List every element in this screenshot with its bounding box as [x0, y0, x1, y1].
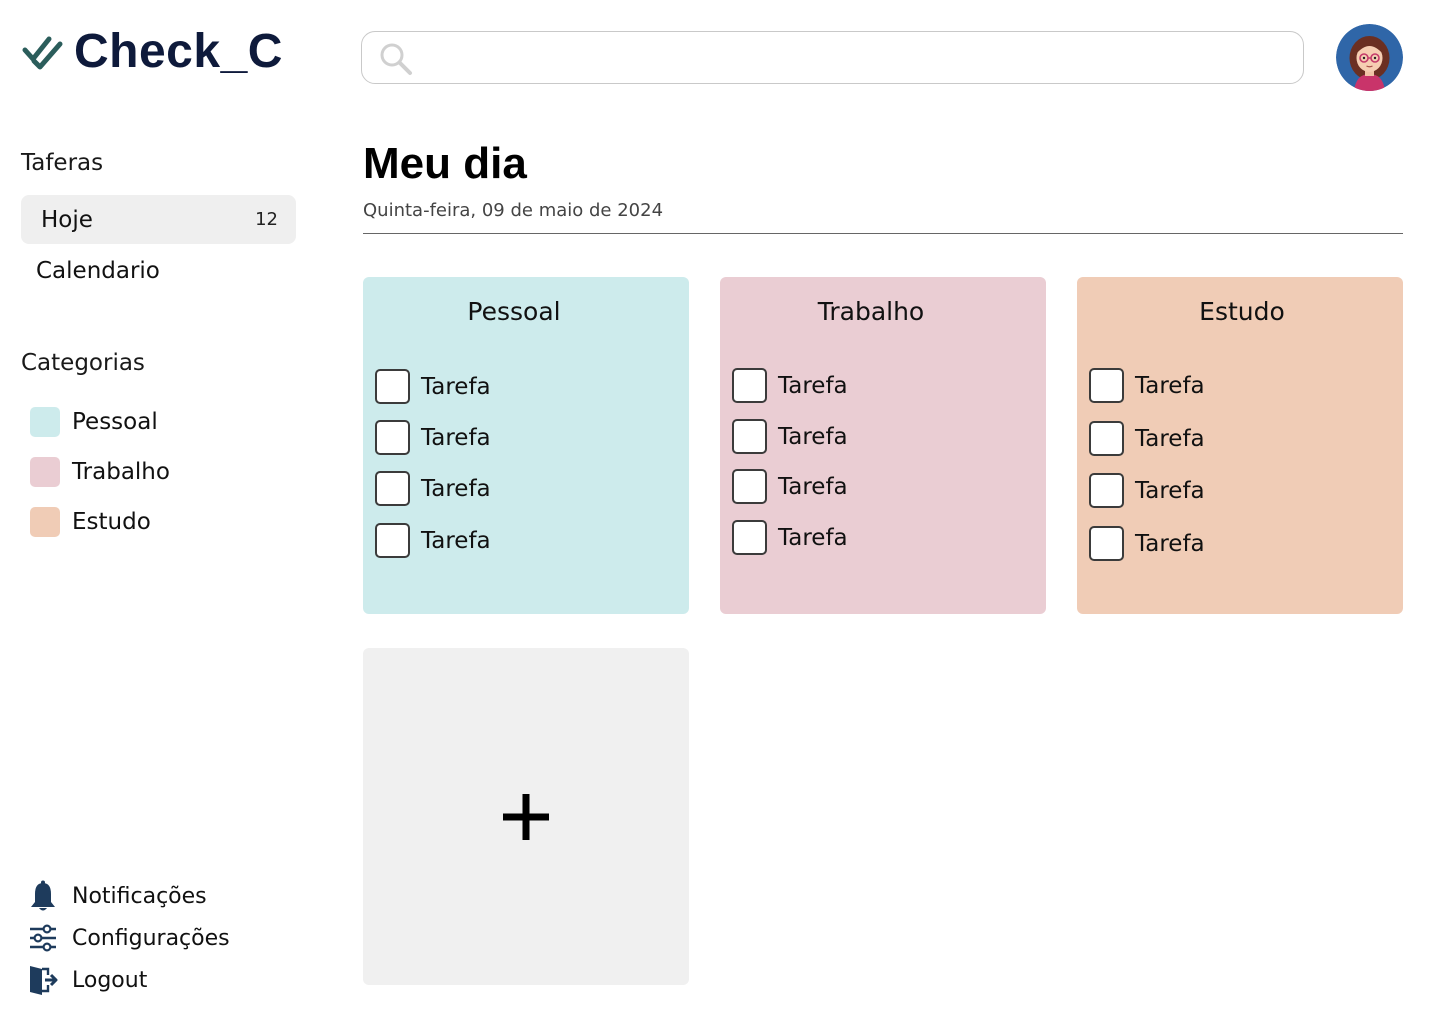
nav-item-hoje[interactable]: Hoje 12 — [21, 195, 296, 244]
category-item-pessoal[interactable]: Pessoal — [30, 407, 158, 437]
logo[interactable]: Check_C — [22, 28, 283, 76]
bell-icon — [31, 880, 55, 911]
logout-icon — [30, 966, 58, 995]
logout-label: Logout — [72, 967, 148, 993]
task-label: Tarefa — [778, 423, 848, 450]
category-color-swatch — [30, 407, 60, 437]
task-item[interactable]: Tarefa — [732, 469, 848, 504]
nav-item-label: Calendario — [36, 257, 160, 284]
category-color-swatch — [30, 457, 60, 487]
task-label: Tarefa — [1135, 372, 1205, 399]
nav-item-label: Hoje — [41, 206, 93, 233]
task-checkbox[interactable] — [1089, 526, 1124, 561]
task-item[interactable]: Tarefa — [375, 471, 491, 506]
nav-item-calendario[interactable]: Calendario — [21, 246, 296, 295]
double-check-icon — [22, 36, 63, 70]
notifications-link[interactable]: Notificações — [28, 880, 207, 912]
task-item[interactable]: Tarefa — [375, 369, 491, 404]
page-date: Quinta-feira, 09 de maio de 2024 — [363, 200, 664, 221]
category-label: Pessoal — [72, 409, 158, 435]
task-label: Tarefa — [421, 424, 491, 451]
task-checkbox[interactable] — [732, 520, 767, 555]
category-label: Trabalho — [72, 459, 170, 485]
category-label: Estudo — [72, 509, 151, 535]
search-bar[interactable] — [361, 31, 1304, 84]
task-checkbox[interactable] — [375, 523, 410, 558]
task-item[interactable]: Tarefa — [732, 520, 848, 555]
category-card-estudo: Estudo Tarefa Tarefa Tarefa Tarefa — [1077, 277, 1403, 614]
task-checkbox[interactable] — [375, 420, 410, 455]
page-title: Meu dia — [363, 139, 527, 188]
add-category-card[interactable] — [363, 648, 689, 985]
avatar[interactable] — [1336, 24, 1403, 91]
task-label: Tarefa — [1135, 477, 1205, 504]
category-item-trabalho[interactable]: Trabalho — [30, 457, 170, 487]
sliders-icon — [30, 924, 56, 952]
task-label: Tarefa — [421, 527, 491, 554]
notifications-label: Notificações — [72, 883, 207, 909]
task-checkbox[interactable] — [1089, 368, 1124, 403]
task-label: Tarefa — [1135, 530, 1205, 557]
app-window: Check_C Taferas Hoje 12 Calendario Categ… — [0, 0, 1440, 1024]
task-item[interactable]: Tarefa — [375, 523, 491, 558]
nav-item-count: 12 — [255, 209, 278, 230]
logout-link[interactable]: Logout — [28, 964, 147, 996]
search-icon — [380, 43, 412, 75]
task-label: Tarefa — [421, 475, 491, 502]
task-label: Tarefa — [421, 373, 491, 400]
header-divider — [363, 233, 1403, 234]
task-label: Tarefa — [778, 524, 848, 551]
settings-link[interactable]: Configurações — [28, 922, 230, 954]
task-item[interactable]: Tarefa — [1089, 473, 1205, 508]
user-avatar-image — [1336, 24, 1403, 91]
category-item-estudo[interactable]: Estudo — [30, 507, 151, 537]
task-label: Tarefa — [778, 473, 848, 500]
card-title: Trabalho — [817, 297, 925, 326]
category-color-swatch — [30, 507, 60, 537]
task-item[interactable]: Tarefa — [1089, 368, 1205, 403]
category-card-trabalho: Trabalho Tarefa Tarefa Tarefa Tarefa — [720, 277, 1046, 614]
logo-text: Check_C — [74, 25, 283, 78]
task-checkbox[interactable] — [1089, 473, 1124, 508]
task-checkbox[interactable] — [375, 369, 410, 404]
task-checkbox[interactable] — [375, 471, 410, 506]
plus-icon — [503, 793, 549, 840]
task-item[interactable]: Tarefa — [375, 420, 491, 455]
task-checkbox[interactable] — [732, 419, 767, 454]
task-label: Tarefa — [1135, 425, 1205, 452]
task-item[interactable]: Tarefa — [1089, 421, 1205, 456]
search-input[interactable] — [362, 32, 1303, 83]
card-title: Pessoal — [467, 297, 561, 326]
task-item[interactable]: Tarefa — [732, 368, 848, 403]
card-title: Estudo — [1199, 297, 1285, 326]
category-card-pessoal: Pessoal Tarefa Tarefa Tarefa Tarefa — [363, 277, 689, 614]
task-item[interactable]: Tarefa — [1089, 526, 1205, 561]
task-item[interactable]: Tarefa — [732, 419, 848, 454]
task-checkbox[interactable] — [1089, 421, 1124, 456]
categories-section-title: Categorias — [21, 350, 145, 376]
task-label: Tarefa — [778, 372, 848, 399]
task-checkbox[interactable] — [732, 469, 767, 504]
settings-label: Configurações — [72, 925, 230, 951]
tasks-section-title: Taferas — [21, 150, 104, 176]
task-checkbox[interactable] — [732, 368, 767, 403]
